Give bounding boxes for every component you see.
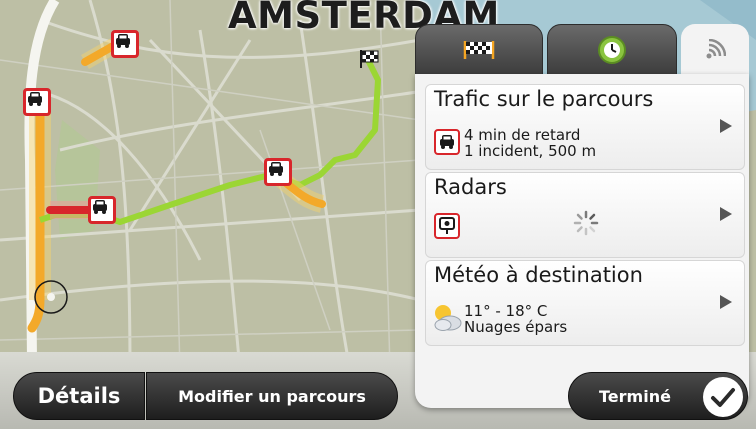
- loading-spinner-icon: [573, 210, 599, 236]
- chevron-right-icon: [720, 119, 732, 133]
- chevron-right-icon: [720, 295, 732, 309]
- traffic-car-icon[interactable]: [23, 88, 51, 116]
- speedcam-title: Radars: [434, 175, 507, 199]
- weather-temperature: 11° - 18° C: [464, 302, 548, 320]
- tab-time[interactable]: [547, 24, 677, 76]
- route-info-panel: Trafic sur le parcours 4 min de retard 1…: [415, 24, 749, 408]
- tab-services[interactable]: [681, 24, 749, 76]
- destination-flag-icon: [463, 41, 495, 59]
- details-button[interactable]: Détails: [13, 372, 145, 420]
- speedcam-row[interactable]: Radars: [425, 172, 745, 258]
- traffic-car-icon[interactable]: [264, 158, 292, 186]
- modify-route-button[interactable]: Modifier un parcours: [146, 372, 398, 420]
- signal-waves-icon: [706, 39, 726, 59]
- tab-destination[interactable]: [415, 24, 543, 76]
- destination-flag-icon: [360, 50, 379, 68]
- weather-condition: Nuages épars: [464, 318, 568, 336]
- traffic-car-icon: [434, 129, 460, 155]
- traffic-incidents: 1 incident, 500 m: [464, 142, 597, 160]
- traffic-car-icon[interactable]: [111, 30, 139, 58]
- traffic-car-icon[interactable]: [88, 196, 116, 224]
- chevron-right-icon: [720, 207, 732, 221]
- done-label: Terminé: [599, 386, 671, 406]
- panel-tabs: [415, 24, 749, 76]
- traffic-delay: 4 min de retard: [464, 126, 581, 144]
- clock-arrow-icon: [598, 36, 626, 64]
- traffic-title: Trafic sur le parcours: [434, 87, 654, 111]
- checkmark-icon: [703, 377, 743, 417]
- panel-body: Trafic sur le parcours 4 min de retard 1…: [415, 74, 749, 408]
- done-button[interactable]: Terminé: [568, 372, 748, 420]
- speedcam-icon: [434, 213, 460, 239]
- traffic-row[interactable]: Trafic sur le parcours 4 min de retard 1…: [425, 84, 745, 170]
- partly-cloudy-icon: [434, 305, 462, 331]
- weather-row[interactable]: Météo à destination 11° - 18° C Nuages é…: [425, 260, 745, 346]
- weather-title: Météo à destination: [434, 263, 643, 287]
